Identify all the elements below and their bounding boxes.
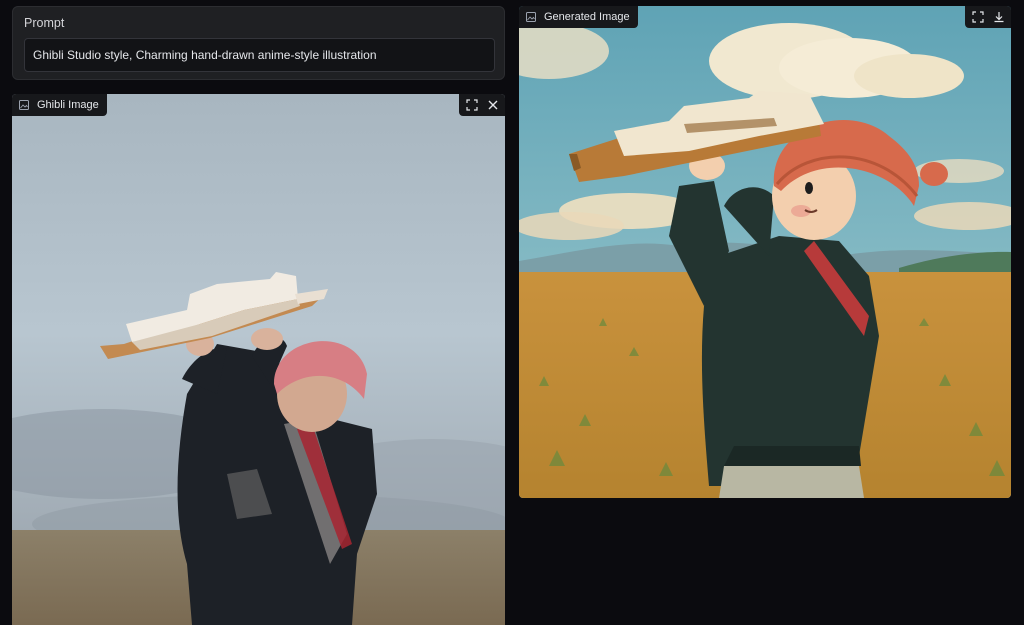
input-image-label: Ghibli Image — [12, 94, 107, 116]
input-image-label-text: Ghibli Image — [37, 99, 99, 111]
close-icon — [488, 100, 497, 110]
fullscreen-icon — [971, 11, 984, 23]
download-button[interactable] — [989, 8, 1008, 26]
input-image-actions — [459, 94, 505, 116]
download-icon — [994, 12, 1003, 23]
image-icon — [19, 100, 29, 110]
output-image-label-text: Generated Image — [544, 11, 630, 23]
close-button[interactable] — [483, 96, 502, 114]
image-icon — [526, 12, 536, 22]
prompt-input[interactable] — [24, 38, 495, 72]
output-image-panel[interactable]: Generated Image — [519, 6, 1011, 498]
fullscreen-button[interactable] — [968, 8, 987, 26]
generated-illustration — [519, 6, 1011, 498]
input-image-panel[interactable]: Ghibli Image — [12, 94, 505, 625]
fullscreen-button[interactable] — [462, 96, 481, 114]
app-root: Prompt Ghibli Studio style, Charming han… — [0, 0, 1024, 625]
input-photo — [12, 94, 505, 625]
output-image-actions — [965, 6, 1011, 28]
output-image-label: Generated Image — [519, 6, 638, 28]
prompt-label: Prompt — [24, 16, 65, 30]
fullscreen-icon — [465, 99, 478, 111]
prompt-block: Prompt — [12, 6, 505, 80]
